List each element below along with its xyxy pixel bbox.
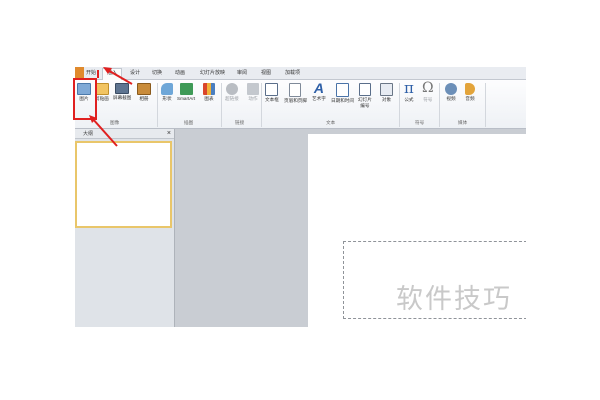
header-footer-icon bbox=[289, 83, 302, 97]
tab-addins[interactable]: 加载项 bbox=[285, 69, 300, 77]
speaker-icon bbox=[465, 83, 475, 95]
ribbon-insert: 图片 剪贴画 屏幕截图 相册 图像 形状 SmartArt 图表 插图 超链接 … bbox=[75, 80, 526, 129]
pi-icon: π bbox=[404, 79, 414, 97]
outline-tab[interactable]: 大纲 bbox=[83, 130, 93, 137]
group-label-links: 链接 bbox=[235, 120, 245, 125]
group-label-media: 媒体 bbox=[458, 120, 468, 125]
group-separator bbox=[399, 83, 400, 127]
group-label-text: 文本 bbox=[326, 120, 336, 125]
pane-header: 大纲 × bbox=[75, 129, 174, 139]
action-icon bbox=[247, 83, 259, 95]
symbol-button[interactable]: Ω 符号 bbox=[422, 81, 434, 103]
screenshot-icon bbox=[115, 83, 130, 94]
tab-design[interactable]: 设计 bbox=[130, 69, 140, 77]
video-button[interactable]: 视频 bbox=[445, 83, 457, 102]
placeholder-text: 软件技巧 bbox=[396, 284, 512, 315]
album-icon bbox=[137, 83, 151, 95]
chart-icon bbox=[203, 83, 215, 95]
slide-canvas[interactable]: 软件技巧 bbox=[308, 134, 526, 327]
slide-number-button[interactable]: 幻灯片 编号 bbox=[358, 83, 372, 109]
omega-icon: Ω bbox=[422, 80, 434, 96]
screenshot-button[interactable]: 屏幕截图 bbox=[113, 83, 131, 101]
chart-button[interactable]: 图表 bbox=[203, 83, 215, 102]
tab-insert[interactable]: 插入 bbox=[102, 68, 123, 80]
annotation-box bbox=[73, 78, 97, 120]
action-button[interactable]: 动作 bbox=[247, 83, 259, 102]
wordart-icon: A bbox=[313, 80, 324, 96]
tab-start[interactable]: 开始 bbox=[86, 69, 96, 77]
tab-review[interactable]: 审阅 bbox=[237, 69, 247, 77]
clipart-button[interactable]: 剪贴画 bbox=[95, 83, 109, 102]
tab-slideshow[interactable]: 幻灯片放映 bbox=[200, 69, 225, 77]
slides-outline-pane: 大纲 × bbox=[75, 129, 175, 327]
header-footer-button[interactable]: 页眉和页脚 bbox=[284, 83, 307, 104]
close-icon[interactable]: × bbox=[167, 129, 171, 138]
tab-view[interactable]: 视图 bbox=[261, 69, 271, 77]
datetime-button[interactable]: 日期和时间 bbox=[331, 83, 354, 104]
smartart-button[interactable]: SmartArt bbox=[177, 83, 195, 101]
group-separator bbox=[439, 83, 440, 127]
textbox-icon bbox=[265, 83, 279, 96]
wordart-button[interactable]: A 艺术字 bbox=[312, 81, 326, 102]
group-separator bbox=[485, 83, 486, 127]
audio-button[interactable]: 音频 bbox=[465, 83, 475, 102]
film-reel-icon bbox=[445, 83, 457, 95]
calendar-icon bbox=[335, 83, 349, 97]
tab-animations[interactable]: 动画 bbox=[175, 69, 185, 77]
hyperlink-icon bbox=[225, 83, 238, 95]
group-label-symbols: 符号 bbox=[415, 120, 425, 125]
shapes-icon bbox=[161, 83, 173, 95]
powerpoint-window: 开始 插入 设计 切换 动画 幻灯片放映 审阅 视图 加载项 图片 剪贴画 屏幕… bbox=[75, 67, 526, 327]
group-label-illustrations: 插图 bbox=[184, 120, 194, 125]
slide-thumbnail[interactable] bbox=[75, 141, 172, 228]
object-icon bbox=[380, 83, 393, 96]
object-button[interactable]: 对象 bbox=[380, 83, 393, 103]
group-separator bbox=[221, 83, 222, 127]
hyperlink-button[interactable]: 超链接 bbox=[225, 83, 239, 102]
text-placeholder[interactable]: 软件技巧 bbox=[343, 241, 526, 319]
group-separator bbox=[157, 83, 158, 127]
textbox-button[interactable]: 文本框 bbox=[265, 83, 279, 103]
shapes-button[interactable]: 形状 bbox=[161, 83, 173, 102]
group-label-images: 图像 bbox=[110, 120, 120, 125]
album-button[interactable]: 相册 bbox=[137, 83, 151, 102]
slide-number-icon bbox=[358, 83, 371, 96]
equation-button[interactable]: π 公式 bbox=[404, 81, 414, 103]
tab-transitions[interactable]: 切换 bbox=[152, 69, 162, 77]
smartart-icon bbox=[179, 83, 193, 95]
ribbon-tab-bar: 开始 插入 设计 切换 动画 幻灯片放映 审阅 视图 加载项 bbox=[75, 67, 526, 80]
group-separator bbox=[261, 83, 262, 127]
annotation-marker bbox=[97, 70, 99, 78]
clipart-icon bbox=[95, 83, 109, 95]
